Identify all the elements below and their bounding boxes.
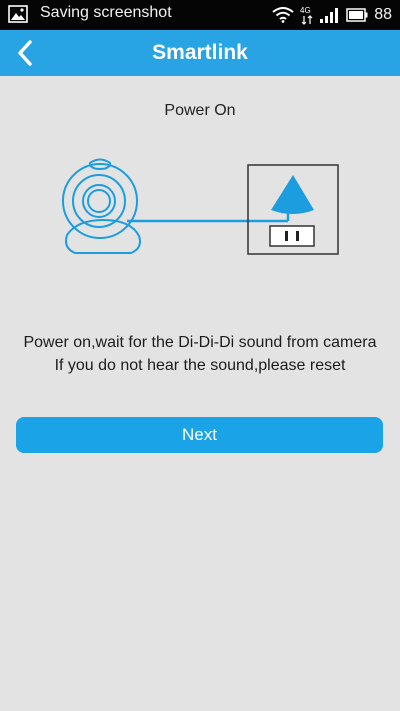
plug-icon bbox=[271, 175, 314, 214]
back-button[interactable] bbox=[8, 35, 42, 71]
chevron-left-icon bbox=[18, 40, 32, 66]
camera-power-plug-illustration bbox=[62, 158, 339, 255]
page-title: Smartlink bbox=[152, 41, 248, 64]
image-icon bbox=[8, 5, 28, 23]
wifi-icon bbox=[272, 7, 294, 23]
status-icons: 4G 88 bbox=[272, 4, 392, 26]
socket bbox=[269, 225, 315, 247]
battery-level: 88 bbox=[374, 6, 392, 23]
camera-lens-inner bbox=[87, 189, 111, 213]
battery-icon bbox=[346, 8, 368, 22]
next-button[interactable]: Next bbox=[16, 417, 383, 453]
svg-text:4G: 4G bbox=[300, 6, 311, 15]
app-bar: Smartlink bbox=[0, 30, 400, 76]
status-notification-text: Saving screenshot bbox=[40, 4, 172, 21]
step-title: Power On bbox=[164, 102, 236, 119]
instruction-line-1: Power on,wait for the Di-Di-Di sound fro… bbox=[23, 334, 377, 351]
instruction-line-2: If you do not hear the sound,please rese… bbox=[54, 357, 346, 374]
4g-icon: 4G bbox=[300, 6, 313, 25]
signal-icon bbox=[320, 8, 339, 23]
status-bar: Saving screenshot 4G 88 bbox=[0, 0, 400, 30]
